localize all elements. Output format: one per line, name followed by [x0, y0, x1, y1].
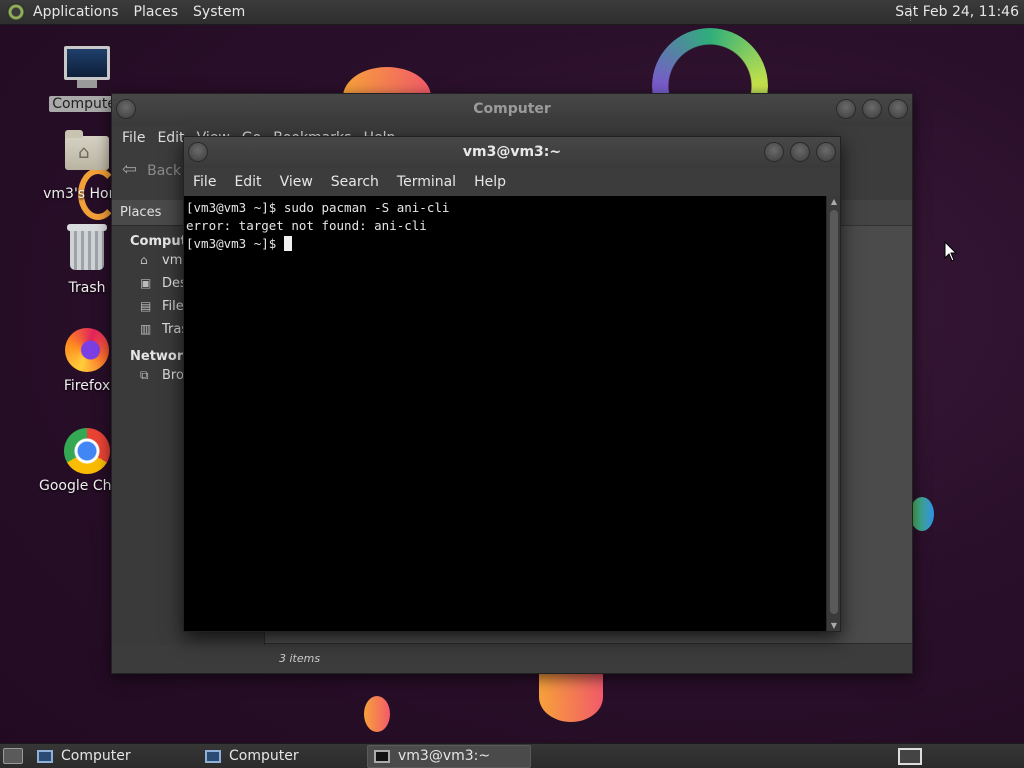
terminal-icon	[374, 749, 390, 763]
text-cursor	[283, 236, 292, 251]
trash-icon	[63, 224, 111, 278]
maximize-button[interactable]	[790, 142, 810, 162]
system-menu[interactable]: System	[193, 4, 245, 20]
window-title: Computer	[473, 101, 551, 117]
chrome-icon	[63, 428, 111, 476]
applications-menu[interactable]: Applications	[33, 4, 119, 20]
scrollbar-thumb[interactable]	[830, 210, 838, 614]
taskbar-item-computer-2[interactable]: Computer	[199, 745, 363, 768]
desktop-icon: ▣	[140, 276, 152, 290]
menu-help[interactable]: Help	[474, 174, 506, 190]
trash-icon: ▥	[140, 322, 152, 336]
maximize-button[interactable]	[862, 99, 882, 119]
home-folder-icon: ⌂	[63, 130, 111, 184]
menu-terminal[interactable]: Terminal	[397, 174, 456, 190]
terminal-line: error: target not found: ani-cli	[186, 218, 427, 233]
taskbar-item-label: Computer	[229, 748, 299, 764]
back-arrow-icon: ⇦	[122, 158, 138, 180]
home-icon: ⌂	[140, 253, 148, 267]
menu-edit[interactable]: Edit	[157, 130, 184, 146]
scroll-up-icon[interactable]: ▲	[829, 197, 839, 206]
menu-file[interactable]: File	[122, 130, 145, 146]
window-title: vm3@vm3:~	[462, 144, 562, 160]
menu-search[interactable]: Search	[331, 174, 379, 190]
show-desktop-icon[interactable]	[3, 748, 23, 764]
taskbar-item-computer[interactable]: Computer	[31, 745, 195, 768]
firefox-icon	[63, 328, 111, 376]
wallpaper-shape	[910, 497, 934, 531]
wallpaper-shape	[364, 696, 390, 732]
desktop-icon-label: Trash	[68, 280, 106, 296]
status-bar: 3 items	[265, 643, 912, 673]
desktop-icon-label: Firefox	[63, 378, 111, 394]
scroll-down-icon[interactable]: ▼	[829, 621, 839, 630]
window-titlebar[interactable]: vm3@vm3:~	[184, 137, 840, 168]
network-icon: ⧉	[140, 368, 149, 382]
top-panel: Applications Places System Sat Feb 24, 1…	[0, 0, 1024, 25]
window-menu-button[interactable]	[116, 99, 136, 119]
taskbar-item-label: vm3@vm3:~	[398, 748, 491, 764]
terminal-line: [vm3@vm3 ~]$ sudo pacman -S ani-cli	[186, 200, 450, 215]
terminal-prompt-line: [vm3@vm3 ~]$	[186, 235, 825, 253]
clock[interactable]: Sat Feb 24, 11:46	[895, 4, 1019, 20]
terminal-output[interactable]: [vm3@vm3 ~]$ sudo pacman -S ani-cli erro…	[184, 196, 827, 631]
mouse-pointer-icon	[944, 241, 958, 262]
workspace-switcher[interactable]	[898, 748, 922, 765]
computer-icon	[63, 46, 111, 94]
taskbar-item-label: Computer	[61, 748, 131, 764]
distro-logo-icon[interactable]	[7, 3, 25, 21]
places-menu[interactable]: Places	[134, 4, 179, 20]
close-button[interactable]	[888, 99, 908, 119]
terminal-window[interactable]: vm3@vm3:~ File Edit View Search Terminal…	[183, 136, 841, 632]
window-menu-button[interactable]	[188, 142, 208, 162]
terminal-prompt: [vm3@vm3 ~]$	[186, 236, 284, 251]
close-button[interactable]	[816, 142, 836, 162]
terminal-scrollbar[interactable]: ▲ ▼	[826, 196, 840, 631]
taskbar-item-terminal[interactable]: vm3@vm3:~	[367, 744, 531, 768]
back-label: Back	[147, 162, 182, 179]
menu-edit[interactable]: Edit	[234, 174, 261, 190]
window-titlebar[interactable]: Computer	[112, 94, 912, 125]
taskbar: Computer Computer vm3@vm3:~	[0, 743, 1024, 768]
menu-view[interactable]: View	[280, 174, 313, 190]
minimize-button[interactable]	[764, 142, 784, 162]
file-manager-icon	[205, 749, 221, 763]
back-button[interactable]: ⇦ Back	[122, 159, 181, 180]
drive-icon: ▤	[140, 299, 152, 313]
file-manager-icon	[37, 749, 53, 763]
wallpaper-shape	[539, 672, 603, 722]
minimize-button[interactable]	[836, 99, 856, 119]
menubar: File Edit View Search Terminal Help	[184, 168, 840, 196]
menu-file[interactable]: File	[193, 174, 216, 190]
